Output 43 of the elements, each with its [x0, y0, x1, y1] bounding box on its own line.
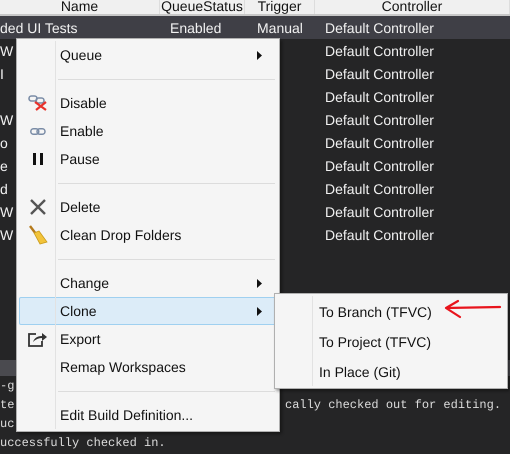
menu-item[interactable]: Enable [19, 117, 277, 145]
output-text: uccessfully checked in. [0, 436, 166, 450]
output-text: -g [0, 378, 14, 392]
column-header[interactable]: Trigger [245, 0, 315, 14]
table-cell: Default Controller [325, 112, 434, 128]
menu-item[interactable]: Change [19, 269, 277, 297]
menu-item[interactable]: Pause [19, 145, 277, 173]
menu-item[interactable]: To Branch (TFVC) [277, 296, 505, 326]
annotation-arrow [444, 299, 502, 321]
output-text: uc [0, 416, 14, 430]
menu-item[interactable]: Delete [19, 193, 277, 221]
menu-item[interactable]: Edit Build Definition... [19, 401, 277, 429]
output-text: te [0, 398, 14, 412]
menu-item[interactable]: Clone [19, 297, 277, 325]
table-cell: d [0, 180, 8, 196]
column-header[interactable]: Name [0, 0, 160, 14]
broken-link-icon [28, 95, 48, 111]
table-cell: I [0, 66, 4, 82]
export-icon [28, 331, 48, 347]
delete-icon [30, 199, 46, 215]
menu-item[interactable]: To Project (TFVC) [277, 326, 505, 356]
table-cell: W [0, 112, 14, 128]
menu-item[interactable]: Export [19, 325, 277, 353]
table-cell: Enabled [170, 20, 222, 36]
menu-item[interactable]: In Place (Git) [277, 356, 505, 386]
table-cell: ded UI Tests [0, 20, 78, 36]
table-cell: Manual [257, 20, 303, 36]
table-cell: Default Controller [325, 66, 434, 82]
menu-item[interactable]: Remap Workspaces [19, 353, 277, 381]
selected-row[interactable]: ded UI Tests Enabled Manual Default Controller [0, 16, 510, 39]
column-header[interactable]: QueueStatus [160, 0, 245, 14]
output-text: cally checked out for editing. [285, 398, 502, 412]
menu-item[interactable]: Disable [19, 89, 277, 117]
menu-item[interactable]: Queue [19, 41, 277, 69]
table-cell: Default Controller [325, 134, 434, 150]
broom-icon [28, 225, 48, 245]
menu-item[interactable]: Clean Drop Folders [19, 221, 277, 249]
table-cell: Default Controller [325, 20, 434, 36]
link-icon [30, 128, 46, 134]
table-cell: o [0, 134, 8, 150]
table-cell: Default Controller [325, 180, 434, 196]
pause-icon [33, 153, 43, 165]
column-header[interactable]: Controller [315, 0, 510, 14]
